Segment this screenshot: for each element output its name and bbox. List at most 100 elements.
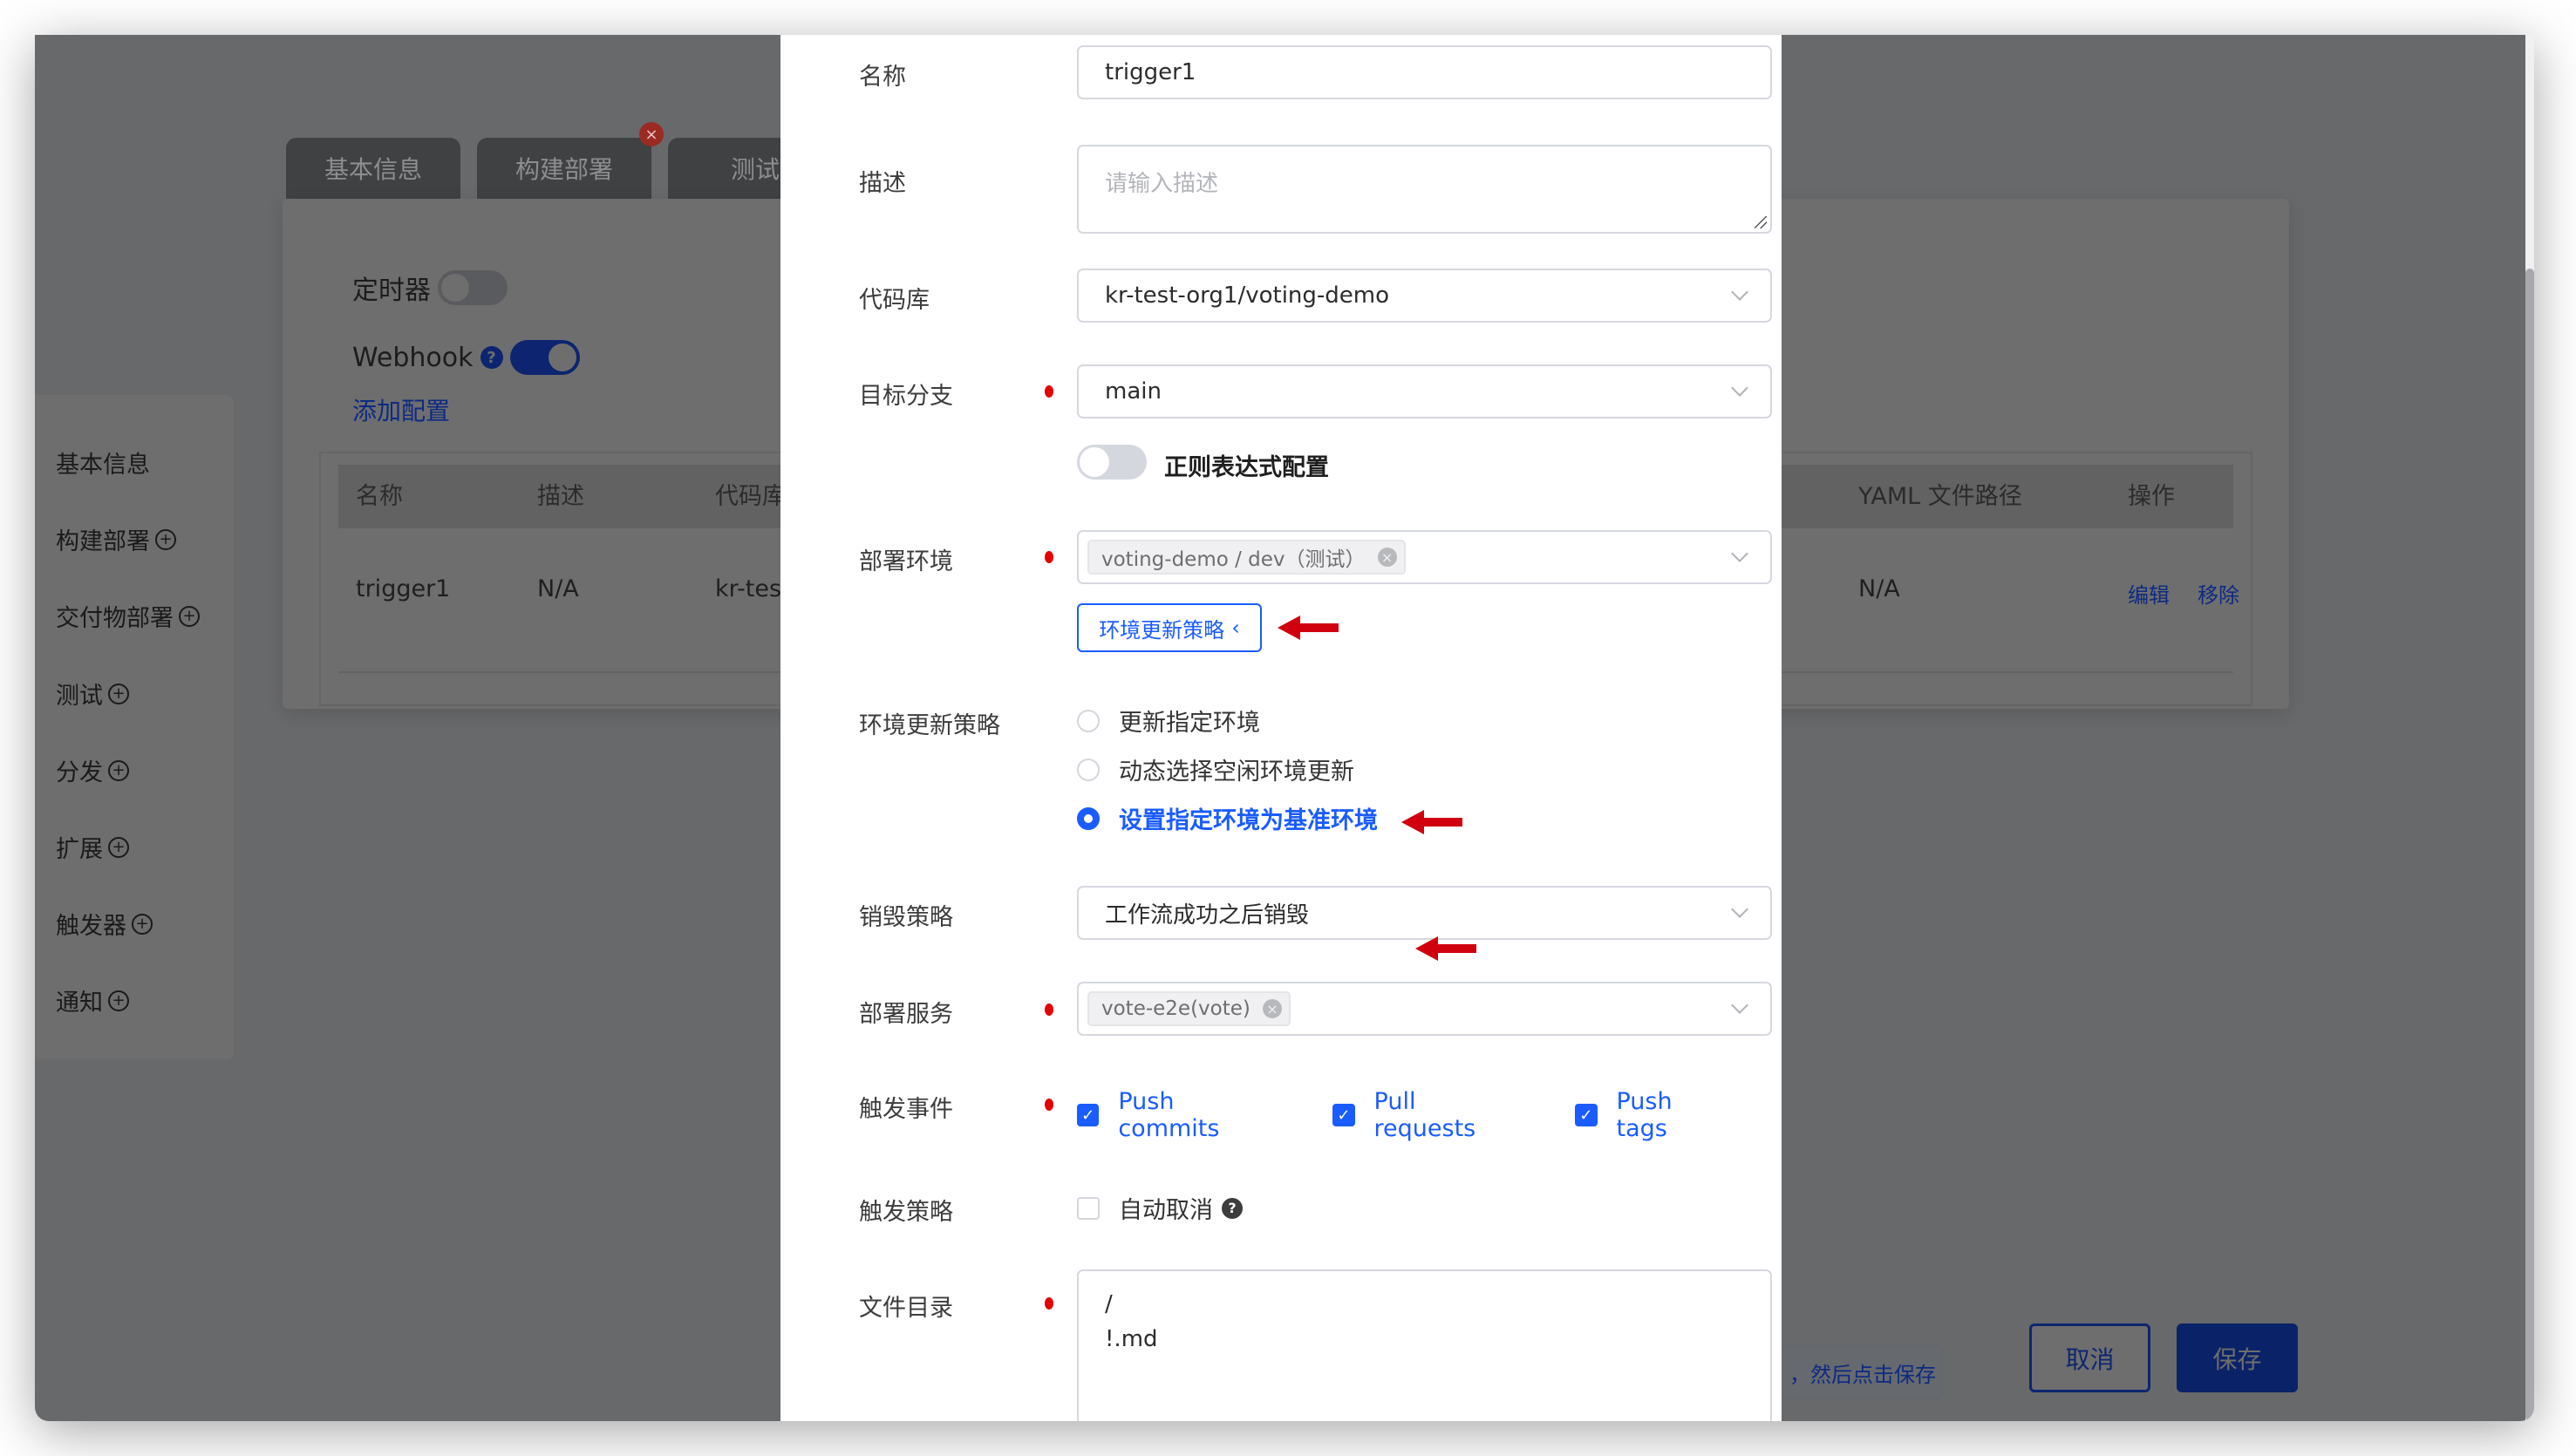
description-textarea[interactable]: 请输入描述 xyxy=(1077,145,1772,234)
add-circle-icon[interactable]: + xyxy=(155,528,176,550)
trigger-events-group: ✓ Push commits ✓ Pull requests ✓ Push tags xyxy=(1077,1088,1782,1142)
radio-update-specified-env[interactable]: 更新指定环境 xyxy=(1077,704,1260,738)
add-circle-icon[interactable]: + xyxy=(108,990,129,1011)
sidebar-item-build-deploy[interactable]: 构建部署 + xyxy=(56,522,176,556)
webhook-row: Webhook ? xyxy=(352,340,580,375)
add-circle-icon[interactable]: + xyxy=(108,759,129,781)
branch-label: 目标分支 xyxy=(859,383,953,410)
cell-description: N/A xyxy=(537,575,579,602)
remove-tag-icon[interactable]: × xyxy=(1262,999,1282,1018)
checkbox-push-commits[interactable]: ✓ Push commits xyxy=(1077,1088,1278,1142)
resize-handle-icon[interactable] xyxy=(1755,216,1767,228)
required-indicator xyxy=(1045,1297,1053,1310)
timer-label: 定时器 xyxy=(352,276,431,306)
cell-repo: kr-tes xyxy=(715,575,782,602)
name-input[interactable]: trigger1 xyxy=(1077,45,1772,99)
file-dir-textarea[interactable]: / !.md xyxy=(1077,1269,1772,1421)
chevron-down-icon xyxy=(1731,283,1748,301)
tab-build-deploy[interactable]: 构建部署 × xyxy=(477,122,664,199)
checkbox-checked-icon[interactable]: ✓ xyxy=(1077,1104,1100,1126)
regex-label: 正则表达式配置 xyxy=(1164,454,1329,481)
description-label: 描述 xyxy=(859,170,906,197)
required-indicator xyxy=(1045,1004,1053,1016)
required-indicator xyxy=(1045,385,1053,398)
help-icon[interactable]: ? xyxy=(480,346,503,369)
required-indicator xyxy=(1045,1099,1053,1111)
column-header: 操作 xyxy=(2128,483,2175,510)
radio-icon[interactable] xyxy=(1077,709,1100,732)
sidebar-item-distribute[interactable]: 分发 + xyxy=(56,753,129,787)
add-config-row: 添加配置 xyxy=(352,392,450,427)
column-header: 描述 xyxy=(537,483,584,510)
checkbox-push-tags[interactable]: ✓ Push tags xyxy=(1575,1088,1728,1142)
radio-dynamic-idle-env[interactable]: 动态选择空闲环境更新 xyxy=(1077,752,1354,786)
remove-tag-icon[interactable]: × xyxy=(1377,548,1397,567)
edit-link[interactable]: 编辑 xyxy=(2128,578,2170,609)
checkbox-pull-requests[interactable]: ✓ Pull requests xyxy=(1332,1088,1521,1142)
name-label: 名称 xyxy=(859,64,906,91)
annotation-arrow-icon xyxy=(1401,810,1462,834)
regex-switch[interactable] xyxy=(1077,445,1147,480)
add-circle-icon[interactable]: + xyxy=(132,913,153,935)
sidebar-item-test[interactable]: 测试 + xyxy=(56,677,129,711)
branch-select[interactable]: main xyxy=(1077,364,1772,418)
env-tag: voting-demo / dev（测试） × xyxy=(1087,540,1406,575)
destroy-strategy-label: 销毁策略 xyxy=(859,904,953,931)
chevron-left-icon: ‹ xyxy=(1231,616,1240,640)
add-circle-icon[interactable]: + xyxy=(108,683,129,704)
cancel-button[interactable]: 取消 xyxy=(2029,1323,2150,1392)
remove-link[interactable]: 移除 xyxy=(2198,578,2239,609)
trigger-strategy-label: 触发策略 xyxy=(859,1199,953,1226)
destroy-strategy-select[interactable]: 工作流成功之后销毁 xyxy=(1077,886,1772,940)
column-header: 名称 xyxy=(356,483,403,510)
add-config-link[interactable]: 添加配置 xyxy=(352,392,450,427)
trigger-events-label: 触发事件 xyxy=(859,1096,953,1123)
cell-name: trigger1 xyxy=(356,575,451,602)
checkbox-checked-icon[interactable]: ✓ xyxy=(1332,1104,1355,1126)
trigger-strategy-group: 自动取消? xyxy=(1077,1191,1297,1225)
column-header: YAML 文件路径 xyxy=(1858,483,2022,510)
trigger-config-modal: 名称 trigger1 描述 请输入描述 代码库 kr-test-org1/vo… xyxy=(780,35,1782,1421)
add-circle-icon[interactable]: + xyxy=(108,836,129,858)
scrollbar-thumb[interactable] xyxy=(2525,269,2534,1421)
tab-basic-info[interactable]: 基本信息 xyxy=(286,138,460,199)
chevron-down-icon xyxy=(1731,997,1748,1014)
radio-checked-icon[interactable] xyxy=(1077,806,1100,830)
sidebar-item-basic-info[interactable]: 基本信息 xyxy=(56,446,150,480)
repo-select[interactable]: kr-test-org1/voting-demo xyxy=(1077,269,1772,323)
file-dir-label: 文件目录 xyxy=(859,1295,953,1322)
sidebar-item-trigger[interactable]: 触发器 + xyxy=(56,907,153,941)
required-indicator xyxy=(1045,551,1053,563)
app-window: 基本信息 构建部署 × 测试 定时器 Webhook ? 添加配置 名称 描述 代… xyxy=(35,35,2534,1421)
error-badge-icon: × xyxy=(639,122,664,146)
workflow-tabs: 基本信息 构建部署 × 测试 xyxy=(286,122,842,199)
webhook-switch[interactable] xyxy=(509,340,580,375)
save-button[interactable]: 保存 xyxy=(2177,1323,2298,1392)
radio-icon[interactable] xyxy=(1077,758,1100,781)
help-icon[interactable]: ? xyxy=(1222,1197,1243,1219)
sidebar: 基本信息 构建部署 + 交付物部署 + 测试 + 分发 + 扩展 + 触发器 + 通知 + xyxy=(35,395,234,1059)
repo-label: 代码库 xyxy=(859,287,930,314)
sidebar-item-artifact-deploy[interactable]: 交付物部署 + xyxy=(56,599,200,633)
timer-switch[interactable] xyxy=(438,270,508,305)
checkbox-auto-cancel[interactable]: 自动取消? xyxy=(1077,1191,1243,1225)
cell-yaml-path: N/A xyxy=(1858,575,1900,602)
annotation-arrow-icon xyxy=(1415,936,1476,961)
env-strategy-toggle-button[interactable]: 环境更新策略 ‹ xyxy=(1077,603,1262,652)
add-circle-icon[interactable]: + xyxy=(179,605,200,627)
deploy-env-select[interactable]: voting-demo / dev（测试） × xyxy=(1077,530,1772,584)
radio-set-base-env[interactable]: 设置指定环境为基准环境 xyxy=(1077,801,1378,835)
deploy-service-select[interactable]: vote-e2e(vote) × xyxy=(1077,982,1772,1036)
sidebar-item-extension[interactable]: 扩展 + xyxy=(56,830,129,864)
timer-row: 定时器 xyxy=(352,269,508,307)
chevron-down-icon xyxy=(1731,545,1748,562)
deploy-service-label: 部署服务 xyxy=(859,1001,953,1028)
annotation-arrow-icon xyxy=(1278,616,1339,640)
checkbox-checked-icon[interactable]: ✓ xyxy=(1575,1104,1598,1126)
env-update-strategy-label: 环境更新策略 xyxy=(859,712,1000,739)
sidebar-item-notify[interactable]: 通知 + xyxy=(56,983,129,1017)
checkbox-icon[interactable] xyxy=(1077,1196,1100,1220)
webhook-label: Webhook xyxy=(352,342,474,373)
deploy-env-label: 部署环境 xyxy=(859,548,953,575)
chevron-down-icon xyxy=(1731,901,1748,918)
